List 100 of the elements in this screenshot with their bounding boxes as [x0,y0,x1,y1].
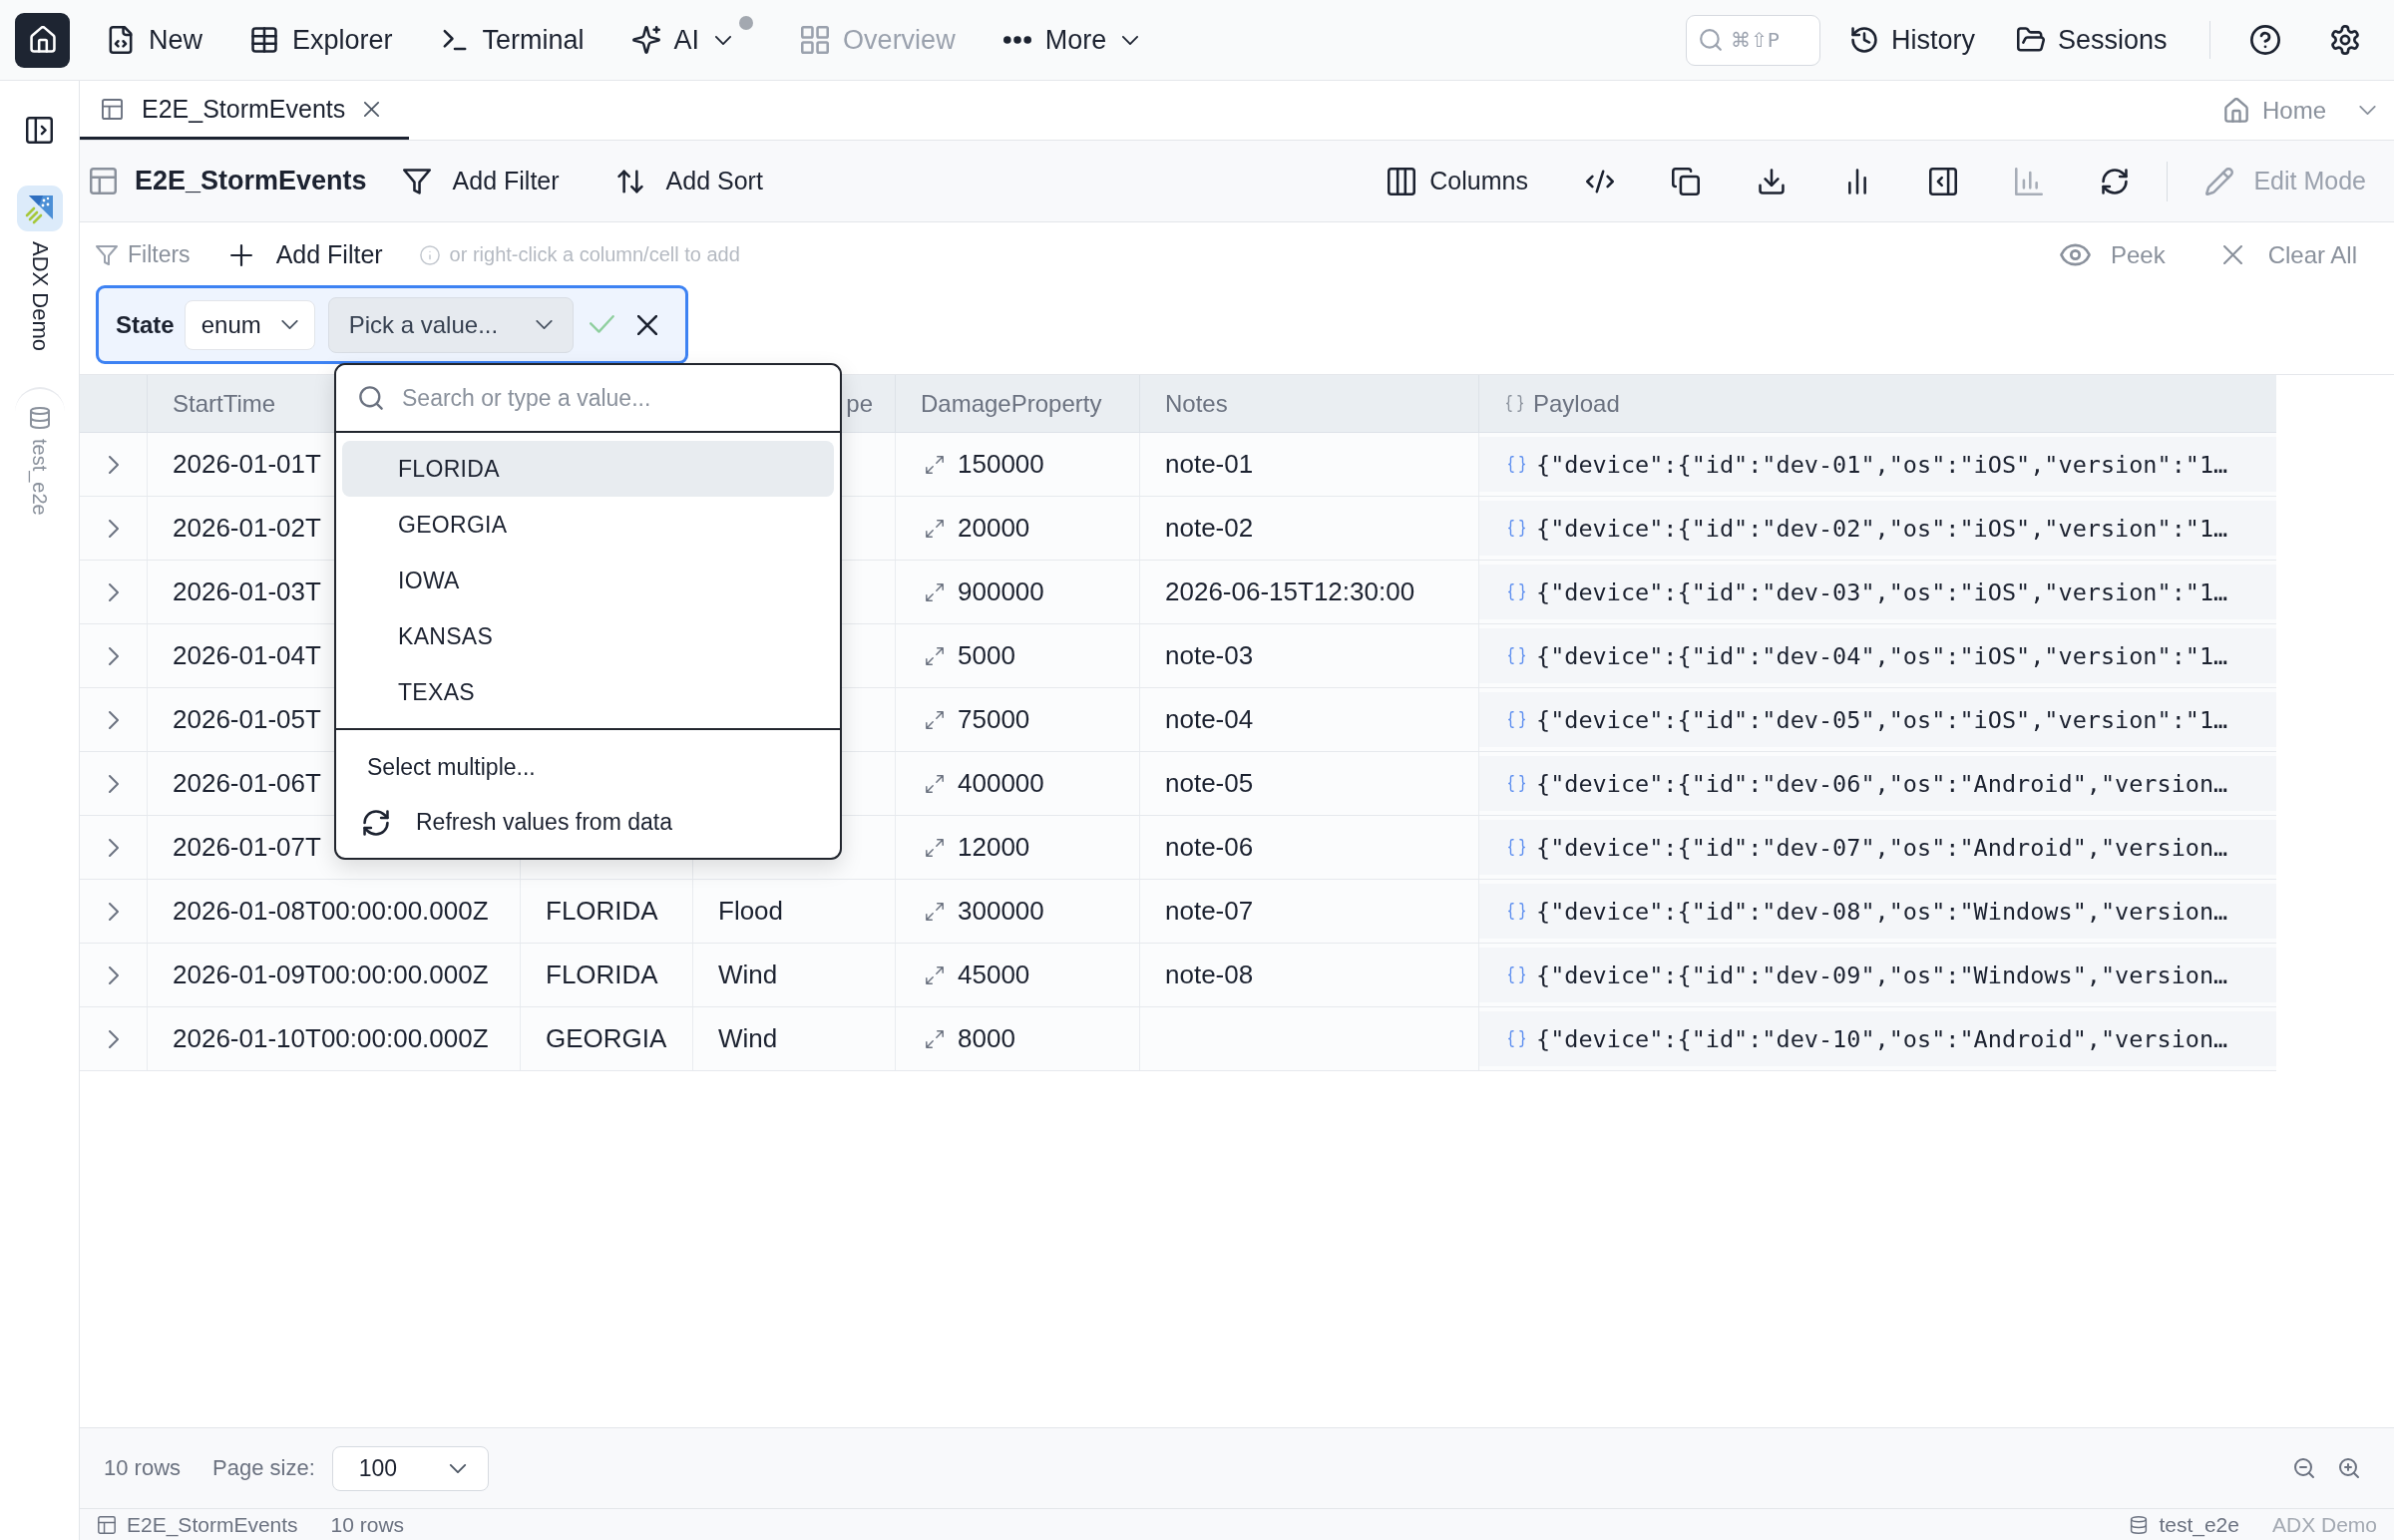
table-cell: 12000 [958,832,1030,863]
dropdown-option[interactable]: KANSAS [342,608,834,664]
nav-link[interactable]: History [1849,24,1975,56]
expand-arrows-icon [925,901,945,922]
search-box[interactable]: Search or type a value... [336,365,840,433]
expand-row-button[interactable] [108,1029,119,1048]
expand-row-button[interactable] [108,582,119,601]
columns-button[interactable]: Columns [1388,167,1528,195]
refresh-values-option[interactable]: Refresh values from data [336,795,840,850]
download-button[interactable] [1757,167,1786,195]
panel-button[interactable] [1928,167,1957,195]
table-cell: 2026-01-09T00:00:00.000Z [173,960,489,990]
expand-row-button[interactable] [108,774,119,793]
type-select[interactable]: enum [184,299,315,350]
table-cell: 150000 [958,449,1044,480]
expand-arrows-icon [925,1028,945,1049]
copy-button[interactable] [1671,167,1700,195]
braces-icon [1507,582,1526,601]
expand-arrows-icon [925,773,945,794]
select-multiple-option[interactable]: Select multiple... [336,740,840,795]
column-header[interactable]: pe [846,389,873,418]
nav-item[interactable]: Explorer [250,16,393,64]
remove-filter-button[interactable] [637,314,658,335]
zoom-in-icon [2338,1457,2360,1479]
table-cell: GEORGIA [546,1023,667,1054]
chart-icon [2014,167,2043,195]
sidebar-item[interactable]: ADX Demo [16,186,63,352]
dropdown-option[interactable]: IOWA [342,553,834,608]
chevron-right-icon [108,710,119,729]
zoom-out-button[interactable] [2293,1457,2315,1479]
table-cell: 2026-01-07T [173,832,321,863]
chevron-right-icon [108,965,119,984]
expand-arrows-icon [925,964,945,985]
table-title: E2E_StormEvents [135,166,367,196]
toolbar-button[interactable]: Add Filter [402,167,560,195]
table-cell: 2026-01-08T00:00:00.000Z [173,896,489,927]
hint-text: or right-click a column/cell to add [449,243,740,266]
grid-icon [801,26,830,54]
chevron-right-icon [108,519,119,538]
nav-item[interactable]: New [107,16,202,64]
page-size-select[interactable]: 100 [331,1445,489,1491]
table-cell: 2026-01-06T [173,768,321,799]
search-icon [1698,28,1723,52]
table-cell: note-06 [1165,832,1254,863]
braces-icon [1507,710,1526,729]
expand-arrows-icon [925,454,945,475]
dropdown-option[interactable]: GEORGIA [342,497,834,553]
chevron-right-icon [108,646,119,665]
help-button[interactable] [2250,25,2280,55]
logo-icon [16,186,63,231]
column-header[interactable]: StartTime [173,389,276,418]
chevron-right-icon [108,582,119,601]
table-cell: {"device":{"id":"dev-04","os":"iOS","version":"1… [1536,641,2228,670]
settings-button[interactable] [2330,25,2360,55]
close-icon [2222,245,2242,264]
table-icon [102,98,123,120]
table-cell: note-08 [1165,960,1254,990]
toolbar-button[interactable]: Add Sort [615,167,763,195]
expand-arrows-icon [925,645,945,666]
copy-icon [1671,167,1700,195]
table-cell: FLORIDA [546,896,658,927]
braces-icon [1507,838,1526,857]
search-field[interactable]: Search or type a value... [402,381,818,415]
expand-row-button[interactable] [108,455,119,474]
expand-row-button[interactable] [108,965,119,984]
chevron-down-icon [449,1463,468,1473]
nav-item[interactable]: More [1002,16,1139,64]
dropdown-option[interactable]: TEXAS [342,664,834,720]
value-select[interactable]: Pick a value... [327,296,575,353]
zoom-in-button[interactable] [2338,1457,2360,1479]
table-cell: 2026-01-03T [173,577,321,607]
column-header[interactable]: Notes [1165,389,1228,418]
expand-row-button[interactable] [108,646,119,665]
sort-icon [615,167,644,195]
table-cell: 2026-06-15T12:30:00 [1165,577,1415,607]
nav-link[interactable]: Sessions [2016,24,2168,56]
house-icon [28,26,57,54]
refresh-button[interactable] [2100,167,2129,195]
home-button[interactable] [15,12,70,68]
chevron-right-icon [108,1029,119,1048]
expand-row-button[interactable] [108,902,119,921]
database-name: test_e2e [2159,1512,2239,1537]
tab-close-button[interactable] [364,101,380,117]
expand-row-button[interactable] [108,519,119,538]
status-dot-icon [739,16,754,30]
column-header[interactable]: DamageProperty [921,389,1102,418]
column-header[interactable]: Payload [1533,389,1620,418]
sidebar-toggle-button[interactable] [26,117,53,144]
expand-arrows-icon [925,709,945,730]
expand-row-button[interactable] [108,710,119,729]
expand-row-button[interactable] [108,838,119,857]
table-cell: 2026-01-05T [173,704,321,735]
chevron-down-icon [715,35,732,45]
chevron-down-icon [280,320,298,329]
add-filter-button[interactable]: Add Filter [229,240,383,269]
dropdown-option[interactable]: FLORIDA [342,441,834,497]
nav-item[interactable]: Terminal [440,16,585,64]
table-cell: {"device":{"id":"dev-02","os":"iOS","version":"1… [1536,514,2228,543]
nav-item[interactable]: AI [631,16,754,64]
expand-arrows-icon [925,581,945,602]
